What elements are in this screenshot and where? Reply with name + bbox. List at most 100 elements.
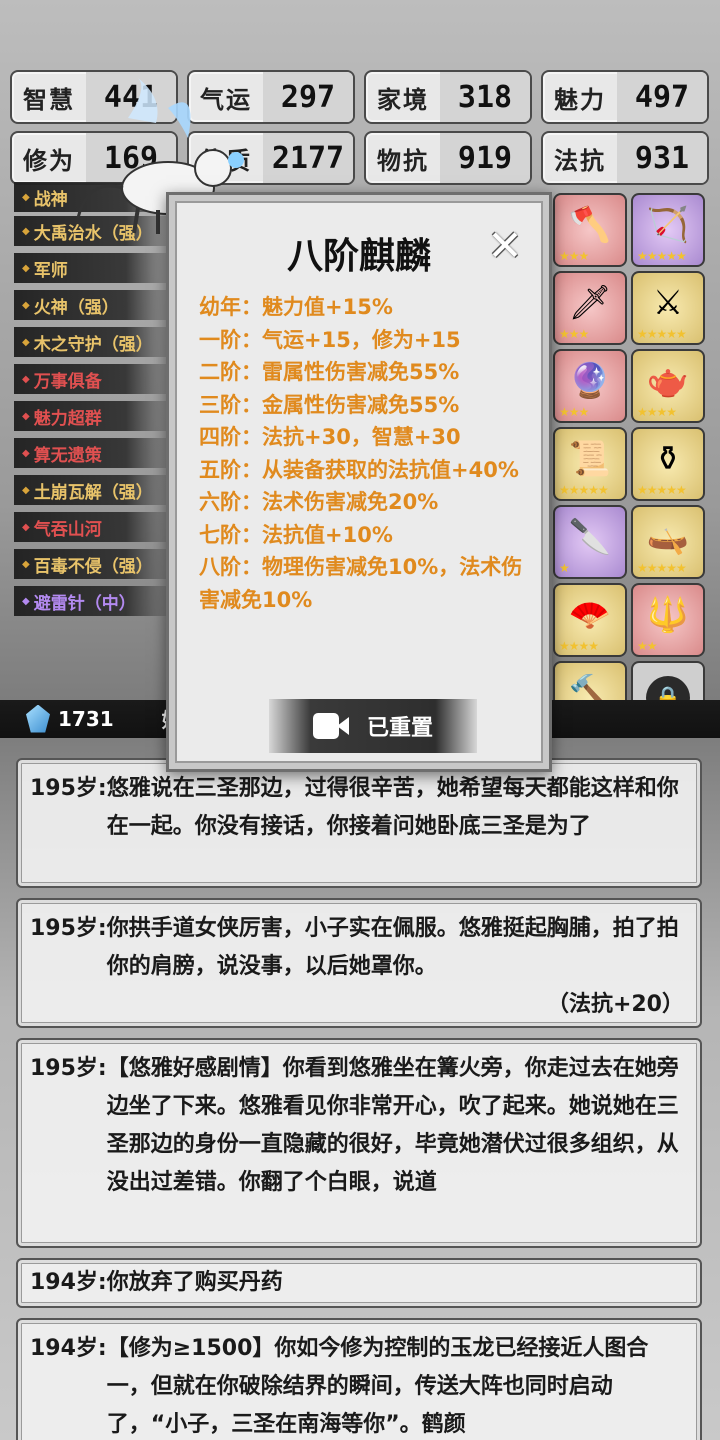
stat-physical-resist: 物抗 919 — [364, 131, 532, 185]
talent-item[interactable]: ◆ 火神（强） — [14, 290, 174, 320]
diamond-icon: ◆ — [22, 521, 30, 533]
stat-label: 法抗 — [554, 146, 606, 175]
log-text: 【悠雅好感剧情】你看到悠雅坐在篝火旁，你走过去在她旁边坐了下来。悠雅看见你非常开… — [106, 1056, 679, 1195]
equipment-slot[interactable]: 🔪 ★ — [553, 505, 627, 579]
log-age: 195岁: — [30, 916, 107, 941]
talent-item[interactable]: ◆ 土崩瓦解（强） — [14, 475, 174, 505]
star-rating: ★ — [559, 561, 570, 575]
pet-detail-modal: 八阶麒麟 ✕ 幼年：魅力值+15% 一阶：气运+15，修为+15 二阶：雷属性伤… — [166, 192, 552, 772]
star-rating: ★★★★ — [637, 405, 677, 419]
log-age: 195岁: — [30, 1056, 107, 1081]
talent-label: 算无遗策 — [33, 445, 102, 466]
talent-label: 战神 — [33, 189, 68, 210]
talent-label: 万事俱备 — [33, 371, 102, 392]
diamond-icon: ◆ — [22, 447, 30, 459]
log-text: 【修为≥1500】你如今修为控制的玉龙已经接近人图合一，但就在你破除结界的瞬间，… — [106, 1336, 649, 1437]
mirror-icon: 🔮 — [568, 361, 612, 401]
talent-item[interactable]: ◆ 百毒不侵（强） — [14, 549, 174, 579]
stat-value: 497 — [617, 72, 707, 122]
equipment-slot[interactable]: 🗡 ★★★ — [553, 271, 627, 345]
scroll-icon: 📜 — [568, 439, 612, 479]
talent-item[interactable]: ◆ 算无遗策 — [14, 438, 174, 468]
talent-item[interactable]: ◆ 木之守护（强） — [14, 327, 174, 357]
log-age: 194岁: — [30, 1270, 107, 1295]
diamond-icon: ◆ — [22, 558, 30, 570]
star-rating: ★★★★★ — [637, 327, 687, 341]
talent-label: 木之守护（强） — [33, 334, 153, 355]
equipment-slot[interactable]: 🛶 ★★★★★ — [631, 505, 705, 579]
talent-label: 避雷针（中） — [33, 593, 136, 614]
level-bonus: 三阶：金属性伤害减免55% — [199, 392, 460, 417]
stat-value: 931 — [617, 133, 707, 183]
stat-value: 297 — [263, 72, 353, 122]
level-bonus: 六阶：法术伤害减免20% — [199, 490, 439, 514]
talent-label: 土崩瓦解（强） — [33, 482, 153, 503]
close-button[interactable]: ✕ — [483, 220, 527, 270]
dagger-icon: 🔪 — [568, 517, 612, 557]
level-bonus: 四阶：法抗+30，智慧+30 — [199, 425, 461, 449]
log-entry: 194岁: 你放弃了购买丹药 — [16, 1258, 702, 1308]
star-rating: ★★★ — [559, 405, 589, 419]
stat-charm: 魅力 497 — [541, 70, 709, 124]
equipment-slot[interactable]: 🫖 ★★★★ — [631, 349, 705, 423]
star-rating: ★★★★★ — [637, 483, 687, 497]
equipment-slot[interactable]: 🔱 ★★ — [631, 583, 705, 657]
equipment-slot[interactable]: 🏹 ★★★★★ — [631, 193, 705, 267]
bow-icon: 🏹 — [646, 205, 690, 245]
talent-item[interactable]: ◆ 气吞山河 — [14, 512, 174, 542]
spear-icon: 🔱 — [646, 595, 690, 635]
video-camera-icon — [312, 713, 349, 739]
gem-icon — [26, 704, 50, 733]
log-entry: 195岁: 你拱手道女侠厉害，小子实在佩服。悠雅挺起胸脯，拍了拍你的肩膀，说没事，… — [16, 898, 702, 1028]
equipment-slot[interactable]: 📜 ★★★★★ — [553, 427, 627, 501]
talent-label: 气吞山河 — [33, 519, 102, 540]
currency-value: 1731 — [58, 706, 114, 731]
level-bonus: 一阶：气运+15，修为+15 — [199, 327, 461, 352]
equipment-slot[interactable]: 🪓 ★★★ — [553, 193, 627, 267]
close-icon: ✕ — [487, 220, 523, 270]
log-entry: 195岁: 悠雅说在三圣那边，过得很辛苦，她希望每天都能这样和你在一起。你没有接话… — [16, 758, 702, 888]
log-entry: 195岁: 【悠雅好感剧情】你看到悠雅坐在篝火旁，你走过去在她旁边坐了下来。悠雅看… — [16, 1038, 702, 1248]
stat-family: 家境 318 — [364, 70, 532, 124]
star-rating: ★★★ — [559, 249, 589, 263]
level-bonus-list: 幼年：魅力值+15% 一阶：气运+15，修为+15 二阶：雷属性伤害减免55% … — [199, 291, 539, 616]
talent-label: 火神（强） — [33, 297, 119, 318]
equipment-slot[interactable]: 🔮 ★★★ — [553, 349, 627, 423]
stat-label: 魅力 — [554, 85, 606, 114]
talent-item[interactable]: ◆ 避雷针（中） — [14, 586, 174, 616]
stat-value: 318 — [440, 72, 530, 122]
level-bonus: 八阶：物理伤害减免10%，法术伤害减免10% — [199, 555, 523, 612]
star-rating: ★★★★★ — [559, 483, 609, 497]
log-text: 悠雅说在三圣那边，过得很辛苦，她希望每天都能这样和你在一起。你没有接话，你接着问… — [106, 776, 679, 839]
diamond-icon: ◆ — [22, 373, 30, 385]
level-bonus: 五阶：从装备获取的法抗值+40% — [199, 457, 519, 482]
boat-icon: 🛶 — [646, 517, 690, 557]
diamond-icon: ◆ — [22, 225, 30, 237]
talent-item[interactable]: ◆ 万事俱备 — [14, 364, 174, 394]
currency-display: 1731 始 — [26, 704, 182, 733]
diamond-icon: ◆ — [22, 484, 30, 496]
log-age: 194岁: — [30, 1336, 107, 1361]
talent-label: 魅力超群 — [33, 408, 102, 429]
axe-icon: 🪓 — [568, 205, 612, 245]
blade-icon: ⚔ — [652, 283, 684, 323]
star-rating: ★★★ — [559, 327, 589, 341]
talent-item[interactable]: ◆ 军师 — [14, 253, 174, 283]
log-text: 你拱手道女侠厉害，小子实在佩服。悠雅挺起胸脯，拍了拍你的肩膀，说没事，以后她罩你… — [106, 916, 679, 979]
reset-button[interactable]: 已重置 — [269, 699, 477, 753]
equipment-slot[interactable]: ⚔ ★★★★★ — [631, 271, 705, 345]
equipment-slot[interactable]: ⚱ ★★★★★ — [631, 427, 705, 501]
log-reward: （法抗+20） — [546, 992, 684, 1017]
sword-icon: 🗡 — [568, 283, 612, 323]
teapot-icon: 🫖 — [646, 361, 690, 401]
log-entry: 194岁: 【修为≥1500】你如今修为控制的玉龙已经接近人图合一，但就在你破除结… — [16, 1318, 702, 1440]
modal-body: 八阶麒麟 ✕ 幼年：魅力值+15% 一阶：气运+15，修为+15 二阶：雷属性伤… — [175, 201, 543, 763]
star-rating: ★★★★★ — [637, 249, 687, 263]
talent-label: 百毒不侵（强） — [33, 556, 153, 577]
talent-item[interactable]: ◆ 魅力超群 — [14, 401, 174, 431]
diamond-icon: ◆ — [22, 299, 30, 311]
stat-label: 家境 — [377, 85, 429, 114]
equipment-slot[interactable]: 🪭 ★★★★ — [553, 583, 627, 657]
diamond-icon: ◆ — [22, 191, 30, 203]
stat-magic-resist: 法抗 931 — [541, 131, 709, 185]
